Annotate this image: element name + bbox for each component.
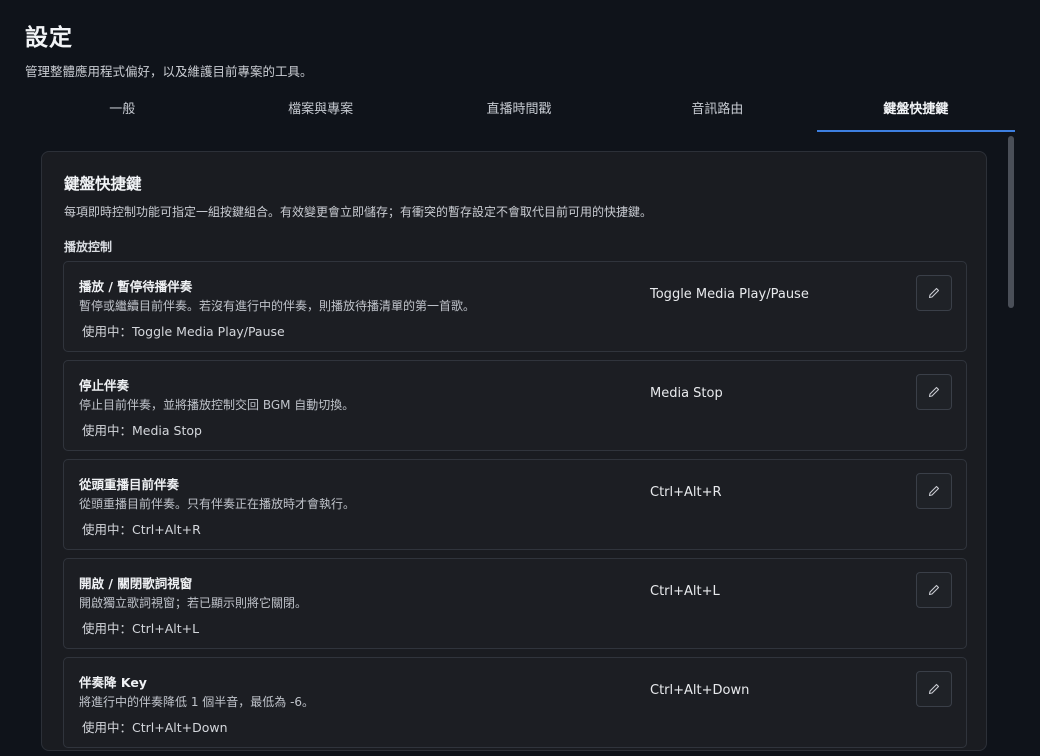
shortcut-row-key-down: 伴奏降 Key 將進行中的伴奏降低 1 個半音，最低為 -6。 使用中：Ctrl… bbox=[63, 657, 967, 748]
shortcut-description: 開啟獨立歌詞視窗；若已顯示則將它關閉。 bbox=[79, 596, 308, 610]
shortcut-active-binding: 使用中：Toggle Media Play/Pause bbox=[82, 324, 285, 339]
shortcut-active-binding: 使用中：Ctrl+Alt+R bbox=[82, 522, 201, 537]
shortcut-description: 暫停或繼續目前伴奏。若沒有進行中的伴奏，則播放待播清單的第一首歌。 bbox=[79, 299, 476, 313]
shortcut-key: Ctrl+Alt+Down bbox=[650, 683, 750, 698]
shortcut-key: Toggle Media Play/Pause bbox=[650, 287, 809, 302]
page-subtitle: 管理整體應用程式偏好，以及維護目前專案的工具。 bbox=[25, 64, 313, 79]
tab-general[interactable]: 一般 bbox=[23, 92, 221, 134]
tab-stream-timestamps[interactable]: 直播時間戳 bbox=[420, 92, 618, 134]
scrollbar-thumb[interactable] bbox=[1008, 136, 1014, 308]
edit-shortcut-button[interactable] bbox=[916, 671, 952, 707]
shortcut-key: Ctrl+Alt+R bbox=[650, 485, 722, 500]
page-title: 設定 bbox=[25, 25, 73, 51]
tab-files-projects[interactable]: 檔案與專案 bbox=[221, 92, 419, 134]
panel-description: 每項即時控制功能可指定一組按鍵組合。有效變更會立即儲存；有衝突的暫存設定不會取代… bbox=[64, 205, 653, 219]
scrollbar[interactable] bbox=[1008, 134, 1014, 720]
tab-audio-routing[interactable]: 音訊路由 bbox=[618, 92, 816, 134]
shortcut-row-stop: 停止伴奏 停止目前伴奏，並將播放控制交回 BGM 自動切換。 使用中：Media… bbox=[63, 360, 967, 451]
shortcut-key: Media Stop bbox=[650, 386, 723, 401]
edit-shortcut-button[interactable] bbox=[916, 572, 952, 608]
shortcut-title: 開啟 / 關閉歌詞視窗 bbox=[79, 576, 193, 591]
edit-shortcut-button[interactable] bbox=[916, 473, 952, 509]
shortcut-list: 播放 / 暫停待播伴奏 暫停或繼續目前伴奏。若沒有進行中的伴奏，則播放待播清單的… bbox=[63, 261, 967, 756]
shortcut-active-binding: 使用中：Media Stop bbox=[82, 423, 202, 438]
shortcut-description: 將進行中的伴奏降低 1 個半音，最低為 -6。 bbox=[79, 695, 315, 709]
edit-shortcut-button[interactable] bbox=[916, 374, 952, 410]
shortcut-description: 停止目前伴奏，並將播放控制交回 BGM 自動切換。 bbox=[79, 398, 355, 412]
shortcut-key: Ctrl+Alt+L bbox=[650, 584, 720, 599]
panel-title: 鍵盤快捷鍵 bbox=[64, 175, 142, 193]
shortcut-title: 伴奏降 Key bbox=[79, 675, 147, 690]
pencil-icon bbox=[928, 683, 940, 695]
shortcut-title: 停止伴奏 bbox=[79, 378, 130, 393]
shortcut-row-play-pause: 播放 / 暫停待播伴奏 暫停或繼續目前伴奏。若沒有進行中的伴奏，則播放待播清單的… bbox=[63, 261, 967, 352]
shortcut-active-binding: 使用中：Ctrl+Alt+L bbox=[82, 621, 200, 636]
shortcut-row-restart: 從頭重播目前伴奏 從頭重播目前伴奏。只有伴奏正在播放時才會執行。 使用中：Ctr… bbox=[63, 459, 967, 550]
pencil-icon bbox=[928, 287, 940, 299]
section-title: 播放控制 bbox=[64, 240, 113, 254]
pencil-icon bbox=[928, 485, 940, 497]
shortcut-title: 播放 / 暫停待播伴奏 bbox=[79, 279, 193, 294]
tab-keyboard-shortcuts[interactable]: 鍵盤快捷鍵 bbox=[816, 92, 1016, 134]
pencil-icon bbox=[928, 584, 940, 596]
pencil-icon bbox=[928, 386, 940, 398]
shortcuts-panel: 鍵盤快捷鍵 每項即時控制功能可指定一組按鍵組合。有效變更會立即儲存；有衝突的暫存… bbox=[41, 151, 987, 751]
shortcut-description: 從頭重播目前伴奏。只有伴奏正在播放時才會執行。 bbox=[79, 497, 356, 511]
settings-tabs: 一般 檔案與專案 直播時間戳 音訊路由 鍵盤快捷鍵 bbox=[23, 92, 1016, 134]
shortcut-row-lyrics-window: 開啟 / 關閉歌詞視窗 開啟獨立歌詞視窗；若已顯示則將它關閉。 使用中：Ctrl… bbox=[63, 558, 967, 649]
edit-shortcut-button[interactable] bbox=[916, 275, 952, 311]
shortcut-title: 從頭重播目前伴奏 bbox=[79, 477, 180, 492]
